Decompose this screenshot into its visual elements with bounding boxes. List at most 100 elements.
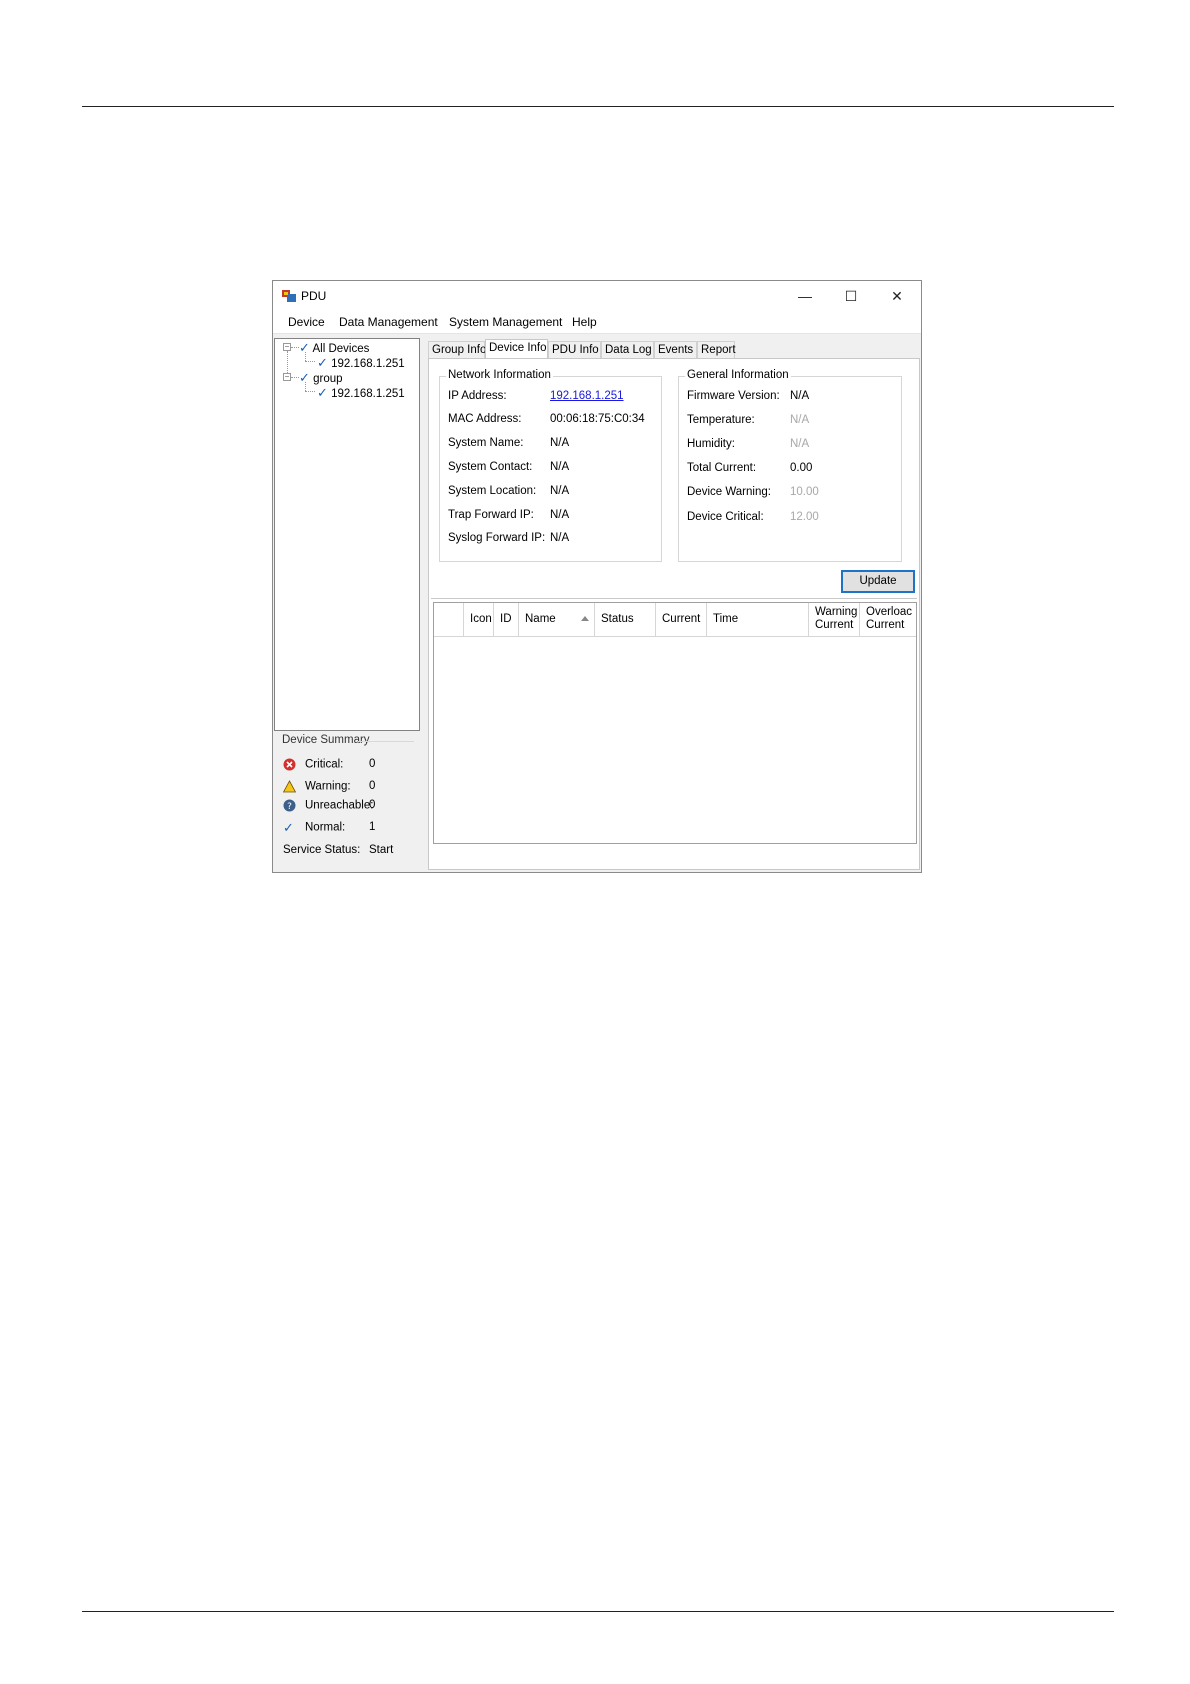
temperature-label: Temperature: <box>687 414 755 426</box>
general-information-group: General Information Firmware Version: N/… <box>678 369 902 562</box>
summary-label: Warning: <box>305 780 351 793</box>
column-label: Current <box>662 613 701 625</box>
check-icon: ✓ <box>299 370 310 385</box>
summary-value: 1 <box>369 821 376 833</box>
summary-critical: Critical: 0 <box>283 758 375 771</box>
column-id[interactable]: ID <box>494 603 519 636</box>
column-icon[interactable]: Icon <box>464 603 494 636</box>
trap-forward-value: N/A <box>550 509 570 521</box>
groupbox-title: Network Information <box>446 369 553 381</box>
device-warning-value: 10.00 <box>790 486 819 498</box>
menu-device[interactable]: Device <box>288 315 325 329</box>
summary-label: Unreachable: <box>305 799 374 812</box>
summary-title: Device Summary <box>282 734 370 746</box>
tree-line <box>291 377 299 378</box>
syslog-forward-label: Syslog Forward IP: <box>448 532 546 544</box>
collapse-icon[interactable]: − <box>283 373 291 381</box>
tab-group-info[interactable]: Group Info <box>428 341 486 358</box>
column-select[interactable] <box>434 603 464 636</box>
temperature-value: N/A <box>790 414 810 426</box>
table-header: Icon ID Name Status Current Time Warning… <box>434 603 916 637</box>
summary-warning: Warning: 0 <box>283 780 375 793</box>
tree-item-label: group <box>313 373 343 385</box>
system-contact-label: System Contact: <box>448 461 533 473</box>
summary-value: 0 <box>369 799 376 811</box>
tab-events[interactable]: Events <box>654 341 697 358</box>
tab-pdu-info[interactable]: PDU Info <box>548 341 601 358</box>
firmware-label: Firmware Version: <box>687 390 780 402</box>
maximize-button[interactable]: ☐ <box>828 281 874 311</box>
total-current-label: Total Current: <box>687 462 757 474</box>
column-warning-current[interactable]: Warning Current <box>809 603 860 636</box>
device-critical-value: 12.00 <box>790 511 819 523</box>
tab-report[interactable]: Report <box>697 341 736 358</box>
title-bar: PDU — ☐ ✕ <box>273 281 921 311</box>
normal-icon: ✓ <box>283 820 294 835</box>
tab-data-log[interactable]: Data Log <box>601 341 654 358</box>
page-bottom-rule <box>82 1611 1114 1612</box>
column-name[interactable]: Name <box>519 603 595 636</box>
system-name-value: N/A <box>550 437 570 449</box>
mac-label: MAC Address: <box>448 413 522 425</box>
menu-help[interactable]: Help <box>572 315 597 329</box>
menu-system-management[interactable]: System Management <box>449 315 562 329</box>
device-critical-label: Device Critical: <box>687 511 764 523</box>
collapse-icon[interactable]: − <box>283 343 291 351</box>
network-information-group: Network Information IP Address: 192.168.… <box>439 369 662 562</box>
svg-text:?: ? <box>287 802 292 812</box>
column-current[interactable]: Current <box>656 603 707 636</box>
tree-item-label: 192.168.1.251 <box>331 388 405 400</box>
column-time[interactable]: Time <box>707 603 809 636</box>
total-current-value: 0.00 <box>790 462 813 474</box>
device-tree: − ✓ All Devices ✓ 192.168.1.251 − ✓ grou… <box>274 338 420 731</box>
check-icon: ✓ <box>317 355 328 370</box>
column-label: Name <box>525 613 556 625</box>
summary-label: Normal: <box>305 821 346 834</box>
critical-icon <box>283 758 296 771</box>
column-label: ID <box>500 613 512 625</box>
service-status-value: Start <box>369 844 394 856</box>
system-name-label: System Name: <box>448 437 524 449</box>
minimize-button[interactable]: — <box>782 281 828 311</box>
pdu-window: PDU — ☐ ✕ Device Data Management System … <box>272 280 922 873</box>
window-title: PDU <box>301 289 327 303</box>
mac-value: 00:06:18:75:C0:34 <box>550 413 645 425</box>
tab-device-info[interactable]: Device Info <box>485 339 548 359</box>
outlet-table: Icon ID Name Status Current Time Warning… <box>433 602 917 844</box>
column-label: Icon <box>470 613 492 625</box>
groupbox-title: General Information <box>685 369 791 381</box>
humidity-value: N/A <box>790 438 810 450</box>
tree-item-label: 192.168.1.251 <box>331 358 405 370</box>
summary-normal: ✓ Normal: 1 <box>283 820 375 835</box>
column-status[interactable]: Status <box>595 603 656 636</box>
sort-ascending-icon <box>581 616 589 621</box>
column-label: Time <box>713 613 739 625</box>
summary-value: 0 <box>369 780 376 792</box>
syslog-forward-value: N/A <box>550 532 570 544</box>
tree-item-device[interactable]: ✓ 192.168.1.251 <box>317 355 405 371</box>
check-icon: ✓ <box>299 340 310 355</box>
tree-item-all-devices[interactable]: ✓ All Devices <box>299 340 369 356</box>
tree-item-label: All Devices <box>312 343 370 355</box>
tree-line <box>291 347 299 348</box>
menu-data-management[interactable]: Data Management <box>339 315 438 329</box>
ip-link[interactable]: 192.168.1.251 <box>550 390 624 402</box>
device-info-panel: Network Information IP Address: 192.168.… <box>428 358 920 870</box>
column-label: Status <box>601 613 634 625</box>
firmware-value: N/A <box>790 390 810 402</box>
column-overload-current[interactable]: Overloac Current <box>860 603 916 636</box>
tree-item-group[interactable]: ✓ group <box>299 370 343 386</box>
system-contact-value: N/A <box>550 461 570 473</box>
divider <box>358 741 414 742</box>
close-button[interactable]: ✕ <box>874 281 920 311</box>
summary-value: 0 <box>369 758 376 770</box>
system-location-label: System Location: <box>448 485 537 497</box>
unreachable-icon: ? <box>283 799 296 812</box>
device-warning-label: Device Warning: <box>687 486 771 498</box>
humidity-label: Humidity: <box>687 438 735 450</box>
service-status: Service Status: Start <box>283 844 393 856</box>
update-button[interactable]: Update <box>841 570 915 593</box>
menu-bar: Device Data Management System Management… <box>273 311 921 334</box>
tree-item-group-device[interactable]: ✓ 192.168.1.251 <box>317 385 405 401</box>
ip-label: IP Address: <box>448 390 507 402</box>
